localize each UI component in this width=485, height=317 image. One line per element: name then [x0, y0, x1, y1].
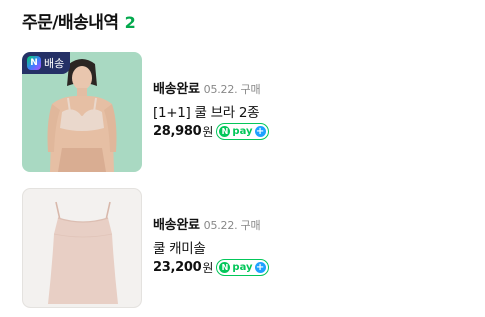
price-value: 23,200: [153, 260, 202, 275]
order-info: 배송완료 05.22. 구매 [1+1] 쿨 브라 2종 28,980 원 N …: [153, 78, 269, 140]
npay-plus-badge: N pay +: [216, 123, 269, 140]
badge-label: 배송: [44, 57, 65, 70]
section-header: 주문/배송내역 2: [22, 8, 136, 33]
order-date: 05.22.: [203, 219, 238, 232]
delivery-status: 배송완료: [153, 218, 200, 233]
status-line: 배송완료 05.22. 구매: [153, 78, 269, 97]
npay-plus-badge: N pay +: [216, 259, 269, 276]
npay-n-icon: N: [219, 126, 231, 137]
product-thumbnail[interactable]: [22, 188, 142, 308]
price-value: 28,980: [153, 124, 202, 139]
section-title: 주문/배송내역: [22, 13, 119, 33]
currency-label: 원: [202, 125, 214, 139]
currency-label: 원: [202, 261, 214, 275]
order-info: 배송완료 05.22. 구매 쿨 캐미솔 23,200 원 N pay +: [153, 214, 269, 276]
price-line: 28,980 원 N pay +: [153, 123, 269, 140]
delivery-badge: N 배송: [22, 52, 71, 74]
order-date: 05.22.: [203, 83, 238, 96]
plus-icon: +: [254, 261, 266, 273]
product-name[interactable]: 쿨 캐미솔: [153, 237, 269, 257]
order-item[interactable]: 배송완료 05.22. 구매 쿨 캐미솔 23,200 원 N pay +: [22, 188, 462, 308]
delivery-status: 배송완료: [153, 82, 200, 97]
order-type: 구매: [240, 83, 261, 96]
product-name[interactable]: [1+1] 쿨 브라 2종: [153, 101, 269, 121]
status-line: 배송완료 05.22. 구매: [153, 214, 269, 233]
order-item[interactable]: N 배송 배송완료 05.22. 구매 [1+1] 쿨 브라 2종 28,980…: [22, 52, 462, 172]
order-count: 2: [124, 13, 136, 32]
npay-label: pay: [232, 126, 253, 137]
npay-label: pay: [232, 262, 253, 273]
order-history-section: 주문/배송내역 2 N 배송 배송완료 05.22. 구매 [1+1] 쿨 브라…: [0, 0, 485, 317]
order-type: 구매: [240, 219, 261, 232]
naver-n-icon: N: [27, 56, 41, 70]
price-line: 23,200 원 N pay +: [153, 259, 269, 276]
npay-n-icon: N: [219, 262, 231, 273]
plus-icon: +: [254, 125, 266, 137]
product-thumbnail[interactable]: N 배송: [22, 52, 142, 172]
camisole-product-image: [22, 188, 142, 308]
